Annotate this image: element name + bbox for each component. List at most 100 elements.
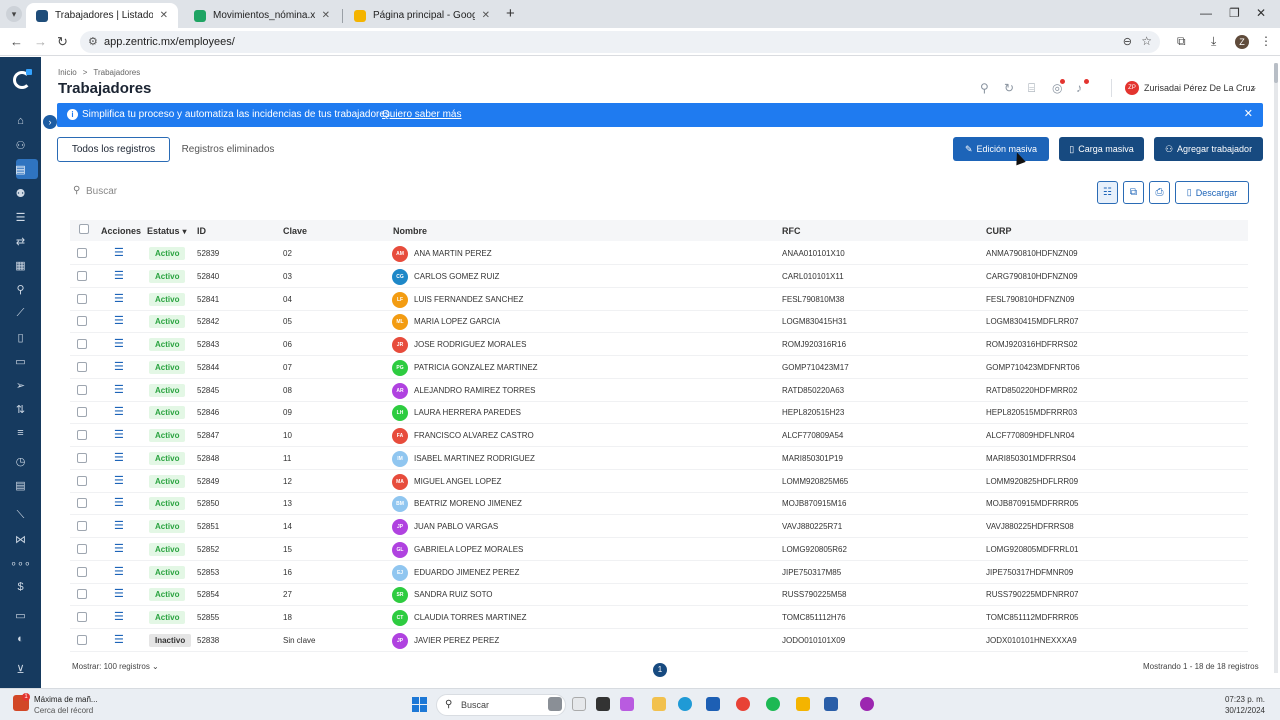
employees-icon[interactable]: ▤ [0, 163, 41, 176]
cell-name[interactable]: PATRICIA GONZALEZ MARTINEZ [414, 363, 538, 372]
money-icon[interactable]: $ [0, 581, 41, 593]
list-icon[interactable]: ☰ [0, 211, 41, 224]
table-row[interactable]: ☰ Activo 52843 06 JR JOSE RODRIGUEZ MORALES RO… [70, 334, 1248, 356]
transfer-icon[interactable]: ⇄ [0, 235, 41, 248]
header-rfc[interactable]: RFC [782, 226, 801, 236]
table-row[interactable]: ☰ Activo 52850 13 BM BEATRIZ MORENO JIMENEZ MO… [70, 493, 1248, 515]
camera-app-icon[interactable] [548, 697, 562, 711]
row-actions-icon[interactable]: ☰ [114, 543, 124, 555]
header-curp[interactable]: CURP [986, 226, 1012, 236]
maximize-icon[interactable]: ❐ [1229, 6, 1240, 20]
cell-name[interactable]: LAURA HERRERA PAREDES [414, 408, 521, 417]
row-checkbox[interactable] [77, 453, 87, 463]
cell-name[interactable]: CLAUDIA TORRES MARTINEZ [414, 613, 526, 622]
table-row[interactable]: ☰ Activo 52849 12 MA MIGUEL ANGEL LOPEZ LOMM92… [70, 471, 1248, 493]
tab-all-records[interactable]: Todos los registros [57, 137, 170, 162]
home-icon[interactable]: ⌂ [0, 115, 41, 127]
cell-name[interactable]: SANDRA RUIZ SOTO [414, 590, 493, 599]
table-row[interactable]: ☰ Activo 52851 14 JP JUAN PABLO VARGAS VAVJ880… [70, 516, 1248, 538]
close-icon[interactable]: ✕ [1244, 107, 1253, 120]
cell-name[interactable]: ALEJANDRO RAMIREZ TORRES [414, 386, 536, 395]
site-info-icon[interactable]: ⚙ [88, 35, 98, 48]
row-checkbox[interactable] [77, 635, 87, 645]
report-icon[interactable]: ▤ [0, 479, 41, 492]
calendar-icon[interactable]: ▦ [0, 259, 41, 272]
billing-icon[interactable]: ▭ [0, 609, 41, 622]
row-checkbox[interactable] [77, 430, 87, 440]
profile-avatar[interactable]: Z [1235, 35, 1249, 49]
row-actions-icon[interactable]: ☰ [114, 634, 124, 646]
table-row[interactable]: ☰ Activo 52845 08 AR ALEJANDRO RAMIREZ TORRES… [70, 380, 1248, 402]
row-actions-icon[interactable]: ☰ [114, 475, 124, 487]
table-row[interactable]: ☰ Activo 52840 03 CG CARLOS GOMEZ RUIZ CARL010… [70, 266, 1248, 288]
team-icon[interactable]: ⚇ [0, 139, 41, 152]
row-checkbox[interactable] [77, 567, 87, 577]
table-row[interactable]: ☰ Activo 52847 10 FA FRANCISCO ALVAREZ CASTRO… [70, 425, 1248, 447]
row-checkbox[interactable] [77, 544, 87, 554]
tab-deleted-records[interactable]: Registros eliminados [176, 137, 280, 162]
browser-tab-sheets[interactable]: Movimientos_nómina.xlsx - Hoj ✕ [184, 3, 340, 28]
cell-name[interactable]: JAVIER PEREZ PEREZ [414, 636, 499, 645]
group-icon[interactable]: ⚉ [0, 187, 41, 200]
row-actions-icon[interactable]: ☰ [114, 293, 124, 305]
analytics-icon[interactable]: ⟋ [0, 307, 41, 320]
taskbar-search[interactable]: ⚲ Buscar [436, 694, 566, 716]
row-checkbox[interactable] [77, 294, 87, 304]
row-checkbox[interactable] [77, 339, 87, 349]
browser-tab-trabajadores[interactable]: Trabajadores | Listado ✕ [26, 3, 178, 28]
table-row[interactable]: ☰ Inactivo 52838 Sin clave JP JAVIER PEREZ PE… [70, 630, 1248, 652]
table-row[interactable]: ☰ Activo 52839 02 AM ANA MARTIN PEREZ ANAA0101… [70, 243, 1248, 265]
pagination-current-page[interactable]: 1 [653, 663, 667, 677]
row-actions-icon[interactable]: ☰ [114, 588, 124, 600]
table-row[interactable]: ☰ Activo 52854 27 SR SANDRA RUIZ SOTO RUSS7902… [70, 584, 1248, 606]
close-icon[interactable]: ✕ [160, 10, 168, 21]
windows-start-icon[interactable] [412, 697, 427, 712]
chevron-down-icon[interactable]: ⌄ [1250, 82, 1258, 93]
system-clock[interactable]: 07:23 p. m. 30/12/2024 [1225, 694, 1265, 716]
person-settings-icon[interactable]: ⚲ [0, 283, 41, 296]
header-name[interactable]: Nombre [393, 226, 427, 236]
file-explorer-icon[interactable] [652, 697, 666, 711]
sliders-icon[interactable]: ⋈ [0, 533, 41, 546]
line-icon[interactable]: ⟍ [0, 509, 41, 522]
row-actions-icon[interactable]: ☰ [114, 497, 124, 509]
notifications-app-icon[interactable] [860, 697, 874, 711]
cart-icon[interactable]: ⊻ [0, 663, 41, 676]
sidebar-toggle-icon[interactable]: › [43, 115, 57, 129]
table-row[interactable]: ☰ Activo 52852 15 GL GABRIELA LOPEZ MORALES LO… [70, 539, 1248, 561]
select-all-checkbox[interactable] [79, 224, 89, 234]
cell-name[interactable]: MIGUEL ANGEL LOPEZ [414, 477, 501, 486]
cell-name[interactable]: MARIA LOPEZ GARCIA [414, 317, 500, 326]
bookmark-star-icon[interactable]: ☆ [1141, 34, 1152, 48]
forward-icon[interactable]: → [34, 34, 47, 49]
cell-name[interactable]: FRANCISCO ALVAREZ CASTRO [414, 431, 534, 440]
search-icon[interactable]: ⚲ [980, 81, 989, 95]
row-actions-icon[interactable]: ☰ [114, 315, 124, 327]
row-actions-icon[interactable]: ☰ [114, 384, 124, 396]
print-button[interactable]: ⎙ [1149, 181, 1170, 204]
table-row[interactable]: ☰ Activo 52846 09 LH LAURA HERRERA PAREDES HEP… [70, 402, 1248, 424]
table-row[interactable]: ☰ Activo 52844 07 PG PATRICIA GONZALEZ MARTIN… [70, 357, 1248, 379]
dark-app-icon[interactable] [572, 697, 586, 711]
row-actions-icon[interactable]: ☰ [114, 452, 124, 464]
row-actions-icon[interactable]: ☰ [114, 406, 124, 418]
header-key[interactable]: Clave [283, 226, 307, 236]
row-actions-icon[interactable]: ☰ [114, 270, 124, 282]
row-checkbox[interactable] [77, 498, 87, 508]
row-checkbox[interactable] [77, 362, 87, 372]
table-row[interactable]: ☰ Activo 52855 18 CT CLAUDIA TORRES MARTINEZ T… [70, 607, 1248, 629]
widget-title[interactable]: Máxima de mañ... [34, 695, 98, 704]
search-input[interactable] [86, 183, 486, 199]
bulk-edit-button[interactable]: ✎ Edición masiva [953, 137, 1049, 161]
row-checkbox[interactable] [77, 271, 87, 281]
task-view-icon[interactable] [596, 697, 610, 711]
url-field[interactable]: ⚙ app.zentric.mx/employees/ ⊖ ☆ [80, 31, 1160, 53]
banner-link[interactable]: Quiero saber más [382, 109, 461, 120]
chrome-menu-icon[interactable]: ⋮ [1260, 34, 1272, 48]
copy-button[interactable]: ⧉ [1123, 181, 1144, 204]
row-checkbox[interactable] [77, 407, 87, 417]
table-row[interactable]: ☰ Activo 52853 16 EJ EDUARDO JIMENEZ PEREZ JIP… [70, 562, 1248, 584]
downloads-icon[interactable]: ⤓ [1211, 34, 1216, 49]
app-icon[interactable] [824, 697, 838, 711]
notes-app-icon[interactable] [796, 697, 810, 711]
